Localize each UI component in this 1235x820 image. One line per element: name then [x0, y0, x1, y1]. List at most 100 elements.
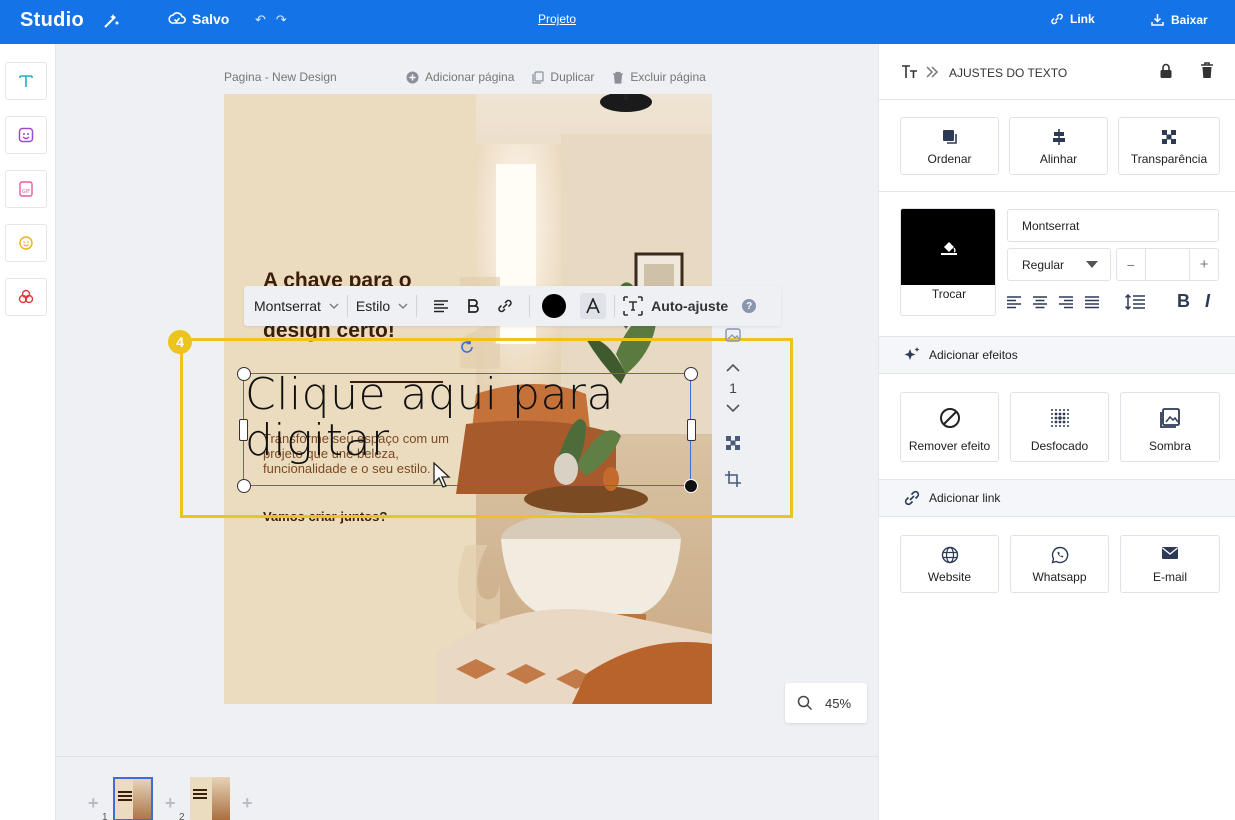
link-button[interactable]: Link [1050, 12, 1095, 26]
text-effect-icon [586, 298, 600, 314]
font-dropdown[interactable]: Montserrat [254, 298, 339, 314]
page-thumbnail-2[interactable] [190, 777, 230, 820]
text-color-picker[interactable]: Trocar [900, 208, 996, 316]
toolbar-divider [614, 295, 616, 317]
text-icon [19, 75, 33, 87]
effects-header[interactable]: Adicionar efeitos [879, 336, 1235, 374]
gif-tool[interactable]: GIF [5, 170, 47, 208]
thumbnail-photo [133, 779, 151, 819]
top-bar: Studio Salvo ↶ ↷ Projeto Link Baixar [0, 0, 1235, 44]
effects-header-label: Adicionar efeitos [929, 348, 1018, 362]
font-size-input[interactable] [1144, 249, 1191, 280]
transparency-tile[interactable]: Transparência [1118, 117, 1220, 175]
transparency-icon[interactable] [724, 434, 742, 452]
whatsapp-link-tile[interactable]: Whatsapp [1010, 535, 1109, 593]
size-decrease-button[interactable]: − [1117, 257, 1145, 273]
font-weight-select[interactable]: Regular [1007, 248, 1111, 281]
pages-strip: + 1 + 2 + [56, 756, 878, 820]
align-left-button[interactable] [425, 290, 457, 322]
crop-icon[interactable] [724, 470, 742, 488]
add-circle-icon [406, 71, 419, 83]
step-badge: 4 [168, 330, 192, 354]
shadow-icon [1160, 408, 1180, 428]
emoji-icon [19, 236, 33, 250]
text-color-button[interactable] [538, 290, 570, 322]
cloud-saved-icon [168, 12, 186, 24]
sparkle-icon [904, 347, 920, 360]
properties-panel: AJUSTES DO TEXTO Ordenar Alinhar Transpa… [878, 44, 1235, 820]
emoji-tool[interactable] [5, 224, 47, 262]
layer-up-icon[interactable] [725, 362, 741, 374]
download-button[interactable]: Baixar [1150, 12, 1208, 27]
svg-text:GIF: GIF [22, 189, 30, 195]
align-left-icon[interactable] [1006, 294, 1022, 310]
font-family-field[interactable]: Montserrat [1007, 209, 1219, 242]
link-text-button[interactable] [489, 290, 521, 322]
add-page-after-icon[interactable]: + [242, 793, 253, 814]
font-weight-value: Regular [1022, 257, 1065, 272]
shadow-tile[interactable]: Sombra [1120, 392, 1220, 462]
zoom-control[interactable]: 45% [785, 683, 867, 723]
ai-wand-icon[interactable] [101, 11, 121, 31]
svg-text:S: S [426, 534, 500, 635]
layer-number: 1 [729, 380, 737, 396]
page-thumbnail-1[interactable] [113, 777, 153, 820]
panel-header: AJUSTES DO TEXTO [879, 44, 1235, 100]
delete-page-label: Excluir página [630, 70, 706, 84]
layer-down-icon[interactable] [725, 402, 741, 414]
swap-color-label[interactable]: Trocar [901, 287, 995, 301]
project-title[interactable]: Projeto [538, 12, 576, 26]
link-header[interactable]: Adicionar link [879, 479, 1235, 517]
email-link-tile[interactable]: E-mail [1120, 535, 1220, 593]
line-height-icon[interactable] [1124, 293, 1146, 311]
link-icon [904, 490, 920, 506]
duplicate-button[interactable]: Duplicar [532, 70, 594, 84]
remove-effect-tile[interactable]: Remover efeito [900, 392, 999, 462]
font-size-stepper[interactable]: − + [1116, 248, 1219, 281]
add-page-between-icon[interactable]: + [165, 793, 176, 814]
bold-button[interactable] [457, 290, 489, 322]
link-icon [498, 299, 512, 313]
add-page-label: Adicionar página [425, 70, 515, 84]
thumbnail-line [118, 799, 132, 801]
align-tile[interactable]: Alinhar [1009, 117, 1108, 175]
shapes-tool[interactable] [5, 278, 47, 316]
text-effect-button[interactable] [580, 293, 607, 319]
align-right-icon[interactable] [1058, 294, 1074, 310]
redo-icon[interactable]: ↷ [276, 12, 287, 28]
toolbar-divider [346, 295, 348, 317]
arrange-tile[interactable]: Ordenar [900, 117, 999, 175]
blur-tile[interactable]: Desfocado [1010, 392, 1109, 462]
align-center-icon[interactable] [1032, 294, 1048, 310]
text-color-swatch [542, 294, 567, 318]
step-highlight [180, 338, 793, 518]
style-dropdown[interactable]: Estilo [356, 298, 408, 314]
shapes-icon [18, 289, 34, 304]
auto-fit-button[interactable]: Auto-ajuste [623, 296, 728, 316]
website-link-tile[interactable]: Website [900, 535, 999, 593]
delete-page-button[interactable]: Excluir página [612, 70, 706, 84]
link-header-label: Adicionar link [929, 491, 1001, 505]
help-icon[interactable]: ? [742, 299, 757, 313]
bold-toggle[interactable]: B [1177, 291, 1190, 312]
align-justify-icon[interactable] [1084, 294, 1100, 310]
save-status-label: Salvo [192, 11, 230, 27]
globe-icon [941, 546, 958, 564]
divider [879, 191, 1235, 192]
app-logo[interactable]: Studio [20, 9, 84, 32]
italic-toggle[interactable]: I [1205, 291, 1210, 312]
image-icon[interactable] [725, 328, 741, 342]
copy-icon [532, 70, 545, 84]
text-tool[interactable] [5, 62, 47, 100]
lock-icon[interactable] [1159, 63, 1173, 79]
sticker-tool[interactable] [5, 116, 47, 154]
blur-label: Desfocado [1030, 439, 1089, 453]
bold-icon [468, 299, 479, 313]
undo-icon[interactable]: ↶ [255, 12, 266, 28]
size-increase-button[interactable]: + [1190, 256, 1218, 273]
add-page-before-icon[interactable]: + [88, 793, 99, 814]
page-name[interactable]: Pagina - New Design [224, 70, 337, 84]
caret-down-icon [1086, 261, 1098, 268]
add-page-button[interactable]: Adicionar página [406, 70, 514, 84]
trash-icon[interactable] [1200, 62, 1214, 79]
